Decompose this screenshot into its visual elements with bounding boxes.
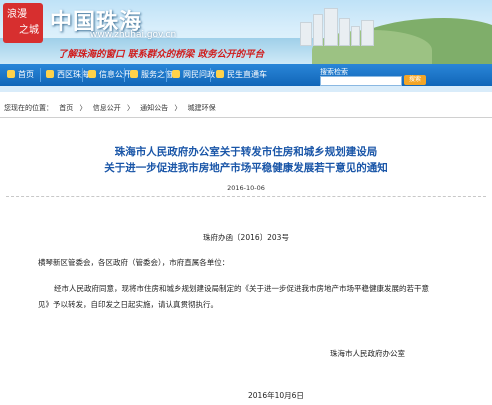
- document-icon: [88, 70, 96, 78]
- document-signature: 珠海市人民政府办公室: [330, 349, 405, 358]
- search-input[interactable]: [320, 76, 402, 86]
- nav-item-livelihood[interactable]: 民生直通车: [210, 68, 267, 82]
- breadcrumb-item-construction[interactable]: 城建环保: [188, 104, 216, 112]
- title-divider: [6, 196, 486, 197]
- sub-nav-bar: [0, 86, 492, 92]
- site-seal-logo[interactable]: 浪漫 之城: [3, 3, 43, 43]
- breadcrumb-separator: 〉: [174, 104, 182, 112]
- document-title-line2: 关于进一步促进我市房地产市场平稳健康发展若干意见的通知: [104, 162, 388, 174]
- site-url: www.zhuhai.gov.cn: [90, 30, 177, 40]
- banner-building: [351, 26, 360, 46]
- seal-text-2: 之城: [19, 25, 39, 36]
- nav-item-home[interactable]: 首页: [2, 68, 34, 82]
- breadcrumb-prefix: 您现在的位置：: [4, 104, 53, 112]
- document-sign-date: 2016年10月6日: [248, 391, 304, 400]
- breadcrumb-separator: 〉: [79, 104, 87, 112]
- nav-item-inquiry[interactable]: 网民问政: [166, 68, 215, 82]
- publish-date: 2016-10-06: [227, 184, 265, 192]
- seal-text-1: 浪漫: [7, 9, 27, 20]
- document-salutation: 横琴新区管委会，各区政府（管委会），市府直属各单位：: [38, 258, 230, 267]
- breadcrumb: 您现在的位置： 首页 〉 信息公开 〉 通知公告 〉 城建环保: [0, 99, 492, 118]
- service-icon: [130, 70, 138, 78]
- document-body-line1: 经市人民政府同意，现将市住房和城乡规划建设局制定的《关于进一步促进我市房地产市场…: [54, 284, 429, 293]
- banner-building: [339, 18, 350, 46]
- banner-building: [300, 22, 312, 46]
- document-title-line1: 珠海市人民政府办公室关于转发市住房和城乡规划建设局: [114, 146, 378, 158]
- breadcrumb-item-notice[interactable]: 通知公告: [140, 104, 168, 112]
- breadcrumb-separator: 〉: [126, 104, 134, 112]
- chat-icon: [172, 70, 180, 78]
- bus-icon: [216, 70, 224, 78]
- breadcrumb-item-info[interactable]: 信息公开: [93, 104, 121, 112]
- home-icon: [7, 70, 15, 78]
- site-slogan: 了解珠海的窗口 联系群众的桥梁 政务公开的平台: [58, 49, 265, 60]
- document-number: 珠府办函〔2016〕203号: [203, 233, 289, 242]
- banner-building: [324, 8, 338, 46]
- banner-building: [361, 20, 374, 46]
- banner-building: [313, 14, 323, 46]
- city-icon: [46, 70, 54, 78]
- document-body-line2: 见》予以转发，自印发之日起实施，请认真贯彻执行。: [38, 300, 218, 309]
- search-button[interactable]: 搜索: [404, 75, 426, 85]
- header-banner: 浪漫 之城 中国珠海 www.zhuhai.gov.cn 了解珠海的窗口 联系群…: [0, 0, 492, 64]
- breadcrumb-item-home[interactable]: 首页: [59, 104, 73, 112]
